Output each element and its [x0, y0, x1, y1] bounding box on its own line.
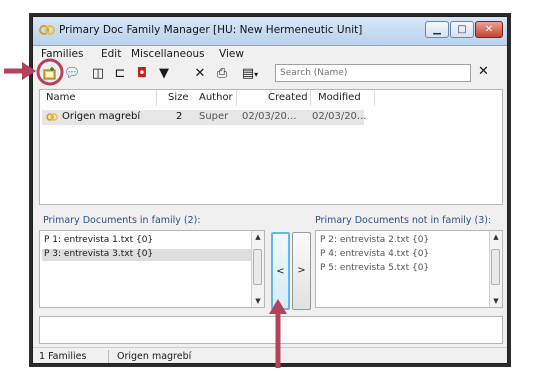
column-header-author[interactable]: Author [199, 92, 233, 103]
comment-button[interactable]: 💬︎ [63, 65, 81, 83]
scroll-thumb[interactable] [253, 249, 262, 285]
close-icon: ✕ [484, 24, 494, 35]
column-header-name[interactable]: Name [46, 92, 76, 103]
list-item[interactable]: P 1: entrevista 1.txt {0} [44, 235, 153, 247]
column-divider [374, 90, 375, 106]
menu-miscellaneous[interactable]: Miscellaneous [131, 48, 205, 60]
toolbar: 💬︎ ◫ ⊏ ◘ ▼ ✕ ⎙ ▤▾ ✕ [33, 63, 507, 85]
list-item[interactable]: P 4: entrevista 4.txt {0} [320, 249, 429, 261]
move-right-button[interactable]: > [292, 232, 311, 310]
list-item[interactable]: P 3: entrevista 3.txt {0} [42, 249, 254, 261]
maximize-button[interactable]: □ [450, 21, 474, 38]
column-header-modified[interactable]: Modified [318, 92, 361, 103]
column-divider [236, 90, 237, 106]
menu-edit[interactable]: Edit [101, 48, 121, 60]
new-family-button[interactable] [41, 65, 59, 83]
families-list[interactable]: Name Size Author Created Modified Origen… [39, 89, 503, 205]
menu-bar: Families Edit Miscellaneous View [33, 46, 507, 63]
title-bar[interactable]: Primary Doc Family Manager [HU: New Herm… [33, 17, 507, 46]
open-button[interactable]: ◫ [89, 65, 107, 83]
minimize-icon: ▁ [433, 24, 441, 35]
in-family-list[interactable]: P 1: entrevista 1.txt {0} P 3: entrevist… [39, 230, 265, 308]
family-icon [46, 113, 58, 121]
filter-icon: ▼ [159, 66, 169, 81]
table-row[interactable]: Origen magrebí 2 Super 02/03/20... 02/03… [42, 110, 367, 125]
search-input[interactable] [275, 64, 471, 82]
new-family-icon [43, 67, 56, 80]
column-divider [310, 90, 311, 106]
status-selected: Origen magrebí [117, 351, 192, 362]
move-left-button[interactable]: < [271, 232, 290, 310]
status-divider [108, 350, 109, 363]
in-family-label: Primary Documents in family (2): [43, 215, 201, 226]
status-count: 1 Families [39, 351, 87, 362]
view-options-dropdown[interactable]: ▤▾ [237, 65, 263, 83]
status-bar: 1 Families Origen magrebí [33, 347, 507, 365]
network-button[interactable]: ◘ [133, 65, 151, 83]
list-view-icon: ▤ [241, 66, 255, 81]
family-manager-window: Primary Doc Family Manager [HU: New Herm… [32, 16, 508, 364]
scrollbar[interactable]: ▲ ▼ [489, 231, 502, 307]
scrollbar[interactable]: ▲ ▼ [251, 231, 264, 307]
row-size: 2 [176, 111, 183, 122]
family-app-icon [39, 25, 55, 35]
window-title: Primary Doc Family Manager [HU: New Herm… [59, 24, 363, 36]
delete-icon: ✕ [194, 66, 206, 81]
row-name: Origen magrebí [62, 111, 141, 122]
filter-button[interactable]: ▼ [155, 65, 173, 83]
minimize-button[interactable]: ▁ [425, 21, 449, 38]
not-in-family-list[interactable]: P 2: entrevista 2.txt {0} P 4: entrevist… [315, 230, 503, 308]
row-author: Super [199, 111, 229, 122]
column-header-size[interactable]: Size [168, 92, 189, 103]
comment-pane[interactable] [39, 316, 503, 344]
tree-icon: ⊏ [114, 66, 126, 81]
scroll-thumb[interactable] [491, 249, 500, 285]
row-modified: 02/03/20... [312, 111, 367, 122]
list-item[interactable]: P 5: entrevista 5.txt {0} [320, 263, 429, 275]
delete-button[interactable]: ✕ [191, 65, 209, 83]
not-in-family-label: Primary Documents not in family (3): [315, 215, 492, 226]
speech-bubble-icon: 💬︎ [63, 66, 81, 81]
menu-families[interactable]: Families [41, 48, 83, 60]
list-item[interactable]: P 2: entrevista 2.txt {0} [320, 235, 429, 247]
menu-view[interactable]: View [219, 48, 244, 60]
row-created: 02/03/20... [242, 111, 297, 122]
maximize-icon: □ [457, 24, 467, 35]
column-divider [156, 90, 157, 106]
scroll-up-icon[interactable]: ▲ [490, 233, 502, 241]
search-clear-button[interactable]: ✕ [478, 64, 489, 79]
tree-button[interactable]: ⊏ [111, 65, 129, 83]
network-icon: ◘ [136, 66, 148, 81]
scroll-down-icon[interactable]: ▼ [490, 297, 502, 305]
panel-icon: ◫ [91, 66, 105, 81]
close-button[interactable]: ✕ [475, 21, 503, 38]
column-header-created[interactable]: Created [268, 92, 308, 103]
chevron-down-icon: ▾ [254, 70, 259, 79]
scroll-down-icon[interactable]: ▼ [252, 297, 264, 305]
print-button[interactable]: ⎙ [213, 65, 231, 83]
printer-icon: ⎙ [216, 66, 228, 81]
scroll-up-icon[interactable]: ▲ [252, 233, 264, 241]
